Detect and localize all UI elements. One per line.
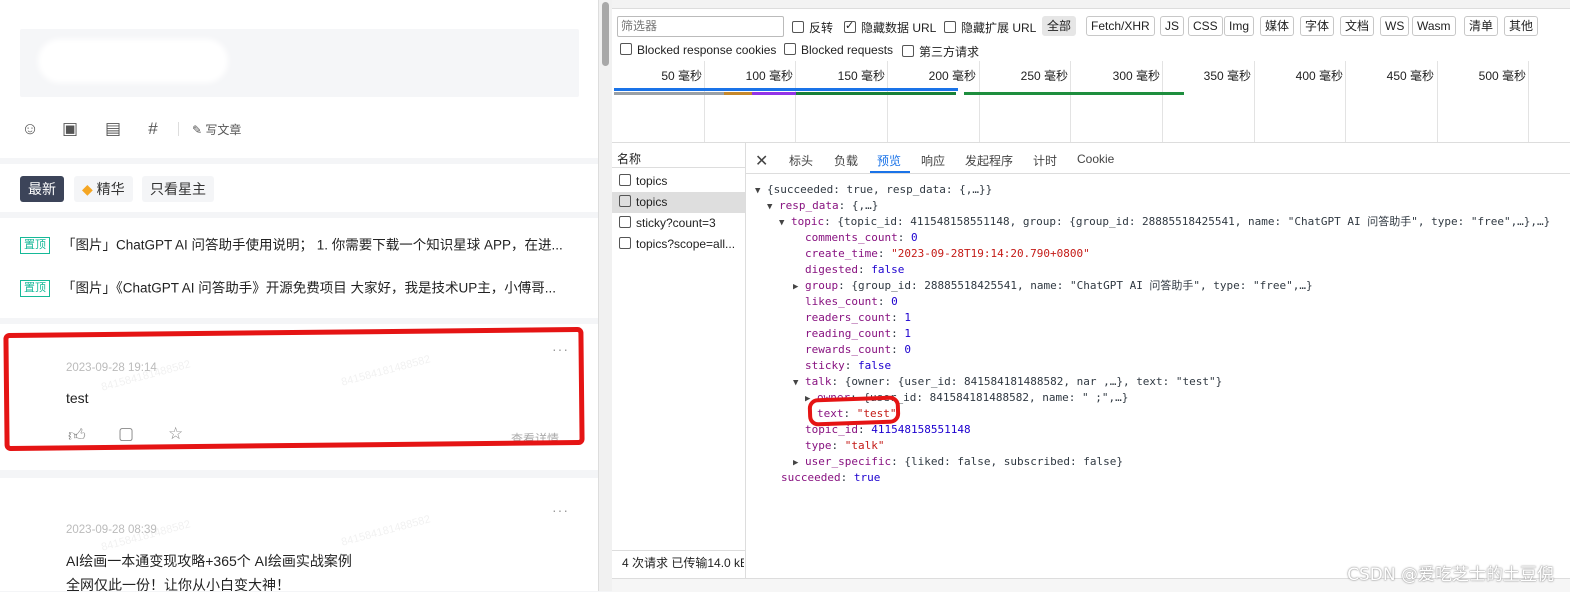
json-node[interactable]: ▶ user_specific: {liked: false, subscrib… bbox=[793, 454, 1123, 471]
pinned-item[interactable]: 置顶 「图片」ChatGPT AI 问答助手使用说明； 1. 你需要下载一个知识星… bbox=[20, 235, 580, 255]
timeline-bar bbox=[752, 92, 796, 95]
pinned-item[interactable]: 置顶 「图片」《ChatGPT AI 问答助手》开源免费项目 大家好，我是技术UP… bbox=[20, 278, 580, 298]
post-text: AI绘画一本通变现攻略+365个 AI绘画实战案例 bbox=[66, 553, 352, 569]
type-chip-media[interactable]: 媒体 bbox=[1260, 16, 1295, 36]
invert-checkbox[interactable]: 反转 bbox=[792, 19, 833, 36]
pinned-badge: 置顶 bbox=[20, 237, 50, 255]
feed-pane: ☺ ▣ ▤ # ✎ 写文章 最新 ◆ 精华 只看星主 置顶 「图片」ChatGPT… bbox=[0, 0, 598, 591]
close-icon[interactable]: ✕ bbox=[755, 151, 768, 171]
highlight-annotation bbox=[3, 326, 585, 452]
divider bbox=[178, 122, 179, 136]
request-row[interactable]: topics bbox=[612, 171, 745, 192]
json-root[interactable]: ▼ {succeeded: true, resp_data: {,…}} bbox=[755, 182, 992, 199]
pinned-card bbox=[0, 218, 598, 318]
json-node[interactable]: ▼ topic: {topic_id: 411548158551148, gro… bbox=[779, 214, 1550, 231]
name-column-header[interactable]: 名称 bbox=[617, 150, 641, 167]
json-field: reading_count: 1 bbox=[805, 327, 911, 340]
json-field: rewards_count: 0 bbox=[805, 343, 911, 356]
timeline-tick: 300 毫秒 bbox=[1112, 69, 1160, 83]
timeline-bar bbox=[724, 92, 752, 95]
tab-owner-only[interactable]: 只看星主 bbox=[142, 176, 214, 202]
composer-input[interactable] bbox=[20, 29, 579, 97]
third-party-requests-checkbox[interactable]: 第三方请求 bbox=[902, 43, 979, 60]
tab-cookies[interactable]: Cookie bbox=[1077, 152, 1114, 166]
more-icon[interactable]: ··· bbox=[552, 502, 569, 518]
timeline-tick: 100 毫秒 bbox=[745, 69, 793, 83]
timeline-tick: 50 毫秒 bbox=[661, 69, 702, 83]
redacted-name bbox=[38, 39, 228, 83]
tab-timing[interactable]: 计时 bbox=[1033, 152, 1057, 169]
highlight-annotation bbox=[807, 395, 901, 427]
diamond-icon: ◆ bbox=[82, 181, 93, 197]
timeline-bar bbox=[796, 92, 956, 95]
tab-latest[interactable]: 最新 bbox=[20, 176, 64, 202]
csdn-watermark: CSDN @爱吃芝士的土豆倪 bbox=[1347, 565, 1554, 585]
timeline-tick: 250 毫秒 bbox=[1020, 69, 1068, 83]
timeline-bar bbox=[614, 88, 958, 91]
type-chip-fetch[interactable]: Fetch/XHR bbox=[1086, 16, 1155, 36]
tab-response[interactable]: 响应 bbox=[921, 152, 945, 169]
tab-preview[interactable]: 预览 bbox=[877, 152, 901, 169]
tab-payload[interactable]: 负载 bbox=[834, 152, 858, 169]
json-field: succeeded: true bbox=[781, 471, 881, 484]
devtools-toolbar bbox=[612, 0, 1570, 9]
blocked-requests-checkbox[interactable]: Blocked requests bbox=[784, 43, 893, 57]
json-field: create_time: "2023-09-28T19:14:20.790+08… bbox=[805, 247, 1090, 260]
timeline-tick: 150 毫秒 bbox=[837, 69, 885, 83]
timeline-tick: 400 毫秒 bbox=[1295, 69, 1343, 83]
timeline-tick: 500 毫秒 bbox=[1478, 69, 1526, 83]
image-icon[interactable]: ▣ bbox=[60, 119, 80, 139]
devtools-network-panel: 反转 隐藏数据 URL 隐藏扩展 URL 全部 Fetch/XHR JS CSS… bbox=[612, 0, 1570, 592]
type-chip-img[interactable]: Img bbox=[1224, 16, 1255, 36]
type-chip-all[interactable]: 全部 bbox=[1042, 16, 1077, 36]
json-field: digested: false bbox=[805, 263, 905, 276]
scrollbar-thumb[interactable] bbox=[602, 2, 609, 66]
json-field: comments_count: 0 bbox=[805, 231, 918, 244]
waterfall-timeline[interactable]: 50 毫秒 100 毫秒 150 毫秒 200 毫秒 250 毫秒 300 毫秒… bbox=[612, 61, 1570, 143]
json-field: sticky: false bbox=[805, 359, 892, 372]
request-row[interactable]: sticky?count=3 bbox=[612, 213, 745, 234]
type-chip-doc[interactable]: 文档 bbox=[1340, 16, 1375, 36]
type-chip-manifest[interactable]: 清单 bbox=[1464, 16, 1499, 36]
detail-tabs: 标头 负载 预览 响应 发起程序 计时 Cookie bbox=[746, 143, 1570, 174]
tab-headers[interactable]: 标头 bbox=[789, 152, 813, 169]
type-chip-wasm[interactable]: Wasm bbox=[1412, 16, 1456, 36]
timeline-bar bbox=[964, 92, 1184, 95]
timeline-tick: 350 毫秒 bbox=[1203, 69, 1251, 83]
timeline-bar bbox=[614, 92, 724, 95]
type-chip-other[interactable]: 其他 bbox=[1504, 16, 1539, 36]
type-chip-ws[interactable]: WS bbox=[1380, 16, 1410, 36]
timeline-tick: 450 毫秒 bbox=[1386, 69, 1434, 83]
pen-icon: ✎ bbox=[192, 123, 203, 137]
status-summary: 4 次请求 已传输14.0 kB bbox=[622, 556, 744, 570]
file-icon[interactable]: ▤ bbox=[103, 119, 123, 139]
tab-featured[interactable]: ◆ 精华 bbox=[74, 176, 133, 202]
request-list: 名称 topics topics sticky?count=3 topics?s… bbox=[612, 143, 746, 591]
tab-initiator[interactable]: 发起程序 bbox=[965, 152, 1013, 169]
hashtag-icon[interactable]: # bbox=[143, 119, 163, 139]
request-row[interactable]: topics?scope=all... bbox=[612, 234, 745, 255]
type-chip-css[interactable]: CSS bbox=[1188, 16, 1223, 36]
hide-data-url-checkbox[interactable]: 隐藏数据 URL bbox=[844, 19, 936, 36]
composer-card: ☺ ▣ ▤ # ✎ 写文章 bbox=[0, 0, 598, 158]
timeline-tick: 200 毫秒 bbox=[928, 69, 976, 83]
json-node[interactable]: ▶ group: {group_id: 28885518425541, name… bbox=[793, 278, 1313, 295]
json-field: readers_count: 1 bbox=[805, 311, 911, 324]
hide-extension-url-checkbox[interactable]: 隐藏扩展 URL bbox=[944, 19, 1036, 36]
json-field: likes_count: 0 bbox=[805, 295, 898, 308]
type-chip-font[interactable]: 字体 bbox=[1300, 16, 1335, 36]
write-article-button[interactable]: ✎ 写文章 bbox=[192, 121, 241, 138]
blocked-response-cookies-checkbox[interactable]: Blocked response cookies bbox=[620, 43, 776, 57]
request-row-selected[interactable]: topics bbox=[612, 192, 745, 213]
pinned-badge: 置顶 bbox=[20, 280, 50, 298]
filter-input[interactable] bbox=[617, 16, 784, 37]
json-field: type: "talk" bbox=[805, 439, 885, 452]
json-node[interactable]: ▼ talk: {owner: {user_id: 84158418148858… bbox=[793, 374, 1222, 391]
post-text-line2: 全网仅此一份！让你从小白变大神！ bbox=[66, 577, 290, 591]
type-chip-js[interactable]: JS bbox=[1160, 16, 1185, 36]
emoji-icon[interactable]: ☺ bbox=[20, 119, 40, 139]
page-scrollbar[interactable] bbox=[598, 0, 613, 591]
json-node[interactable]: ▼ resp_data: {,…} bbox=[767, 198, 878, 215]
